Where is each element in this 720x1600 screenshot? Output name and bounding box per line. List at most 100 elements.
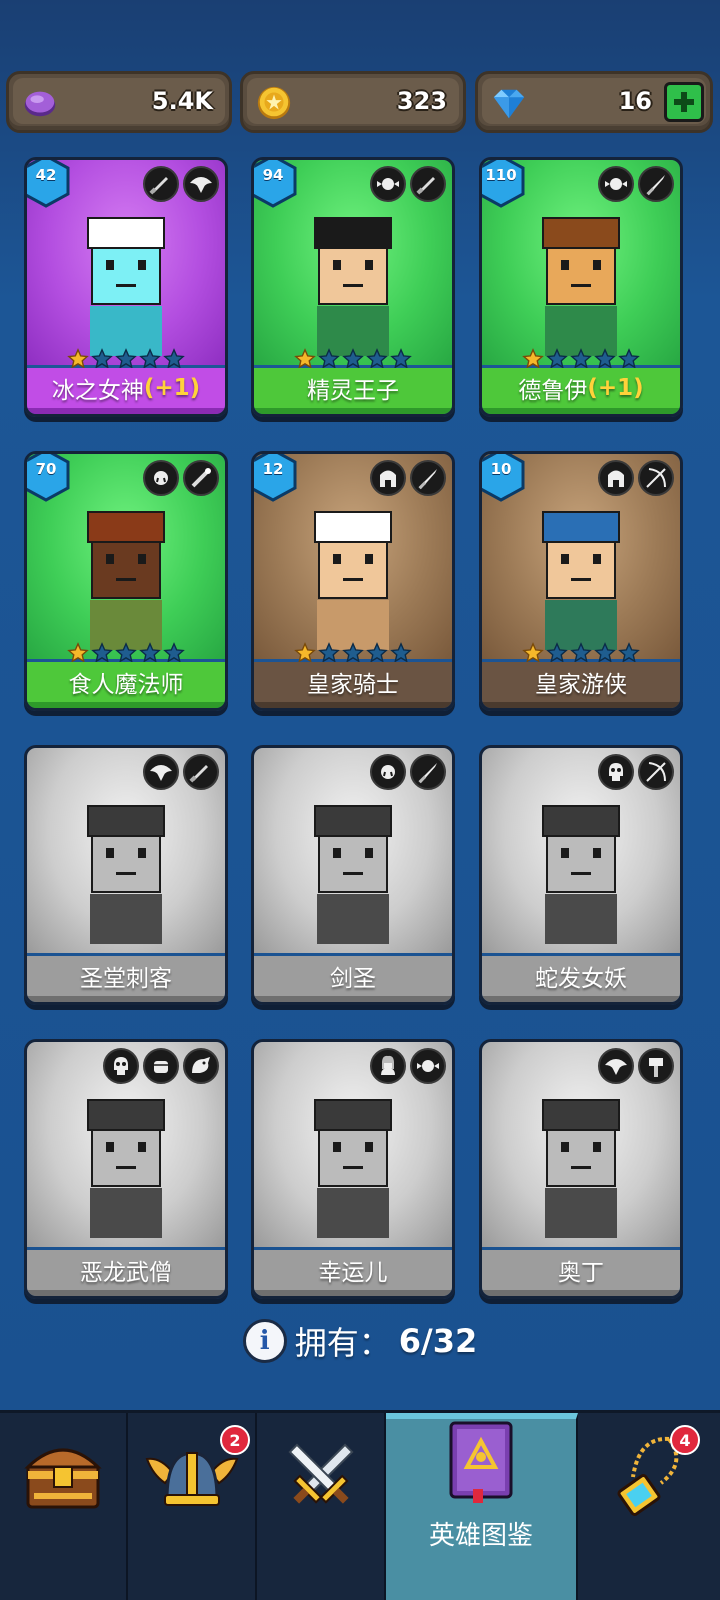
info-icon[interactable]: i (242, 1319, 287, 1363)
star-filled-icon (294, 642, 316, 663)
crossed-swords-icon (287, 1443, 354, 1504)
hero-card[interactable]: 蛇发女妖 (479, 745, 683, 1005)
star-empty-icon (91, 348, 113, 369)
hero-level: 10 (490, 460, 512, 478)
hero-card[interactable]: 幸运儿 (251, 1039, 455, 1299)
winged-crest-icon (183, 166, 219, 202)
plus-icon (674, 92, 694, 112)
bottom-nav: 2 英雄图鉴 4 (0, 1410, 720, 1600)
star-empty-icon (390, 642, 412, 663)
hero-card[interactable]: 奥丁 (479, 1039, 683, 1299)
hero-level: 70 (35, 460, 57, 478)
hero-class-badges (370, 1048, 446, 1084)
level-badge: 70 (27, 454, 71, 502)
hero-card[interactable]: 圣堂刺客 (24, 745, 228, 1005)
purple-gem-icon (24, 91, 56, 117)
nav-tab-heroes[interactable]: 2 (128, 1413, 257, 1600)
currency-purple-gems[interactable]: 5.4K (6, 71, 232, 133)
skull-icon (598, 754, 634, 790)
star-empty-icon (342, 642, 364, 663)
owned-summary: i 拥有： 6/32 (0, 1316, 720, 1366)
star-rating (67, 642, 185, 663)
hero-card[interactable]: 70 食人魔法师 (24, 451, 228, 711)
star-filled-icon (67, 348, 89, 369)
nav-tab-battle[interactable] (257, 1413, 386, 1600)
currency-value: 5.4K (151, 87, 213, 115)
star-empty-icon (139, 348, 161, 369)
helmet-icon (370, 460, 406, 496)
star-rating (294, 348, 412, 369)
elf-icon (598, 166, 634, 202)
hero-class-badges (598, 754, 674, 790)
level-badge: 42 (27, 160, 71, 208)
wand-icon (183, 460, 219, 496)
hero-name-bar: 恶龙武僧 (27, 1250, 225, 1290)
hero-card[interactable]: 恶龙武僧 (24, 1039, 228, 1299)
nav-tab-shop[interactable] (0, 1413, 128, 1600)
hero-class-badges (103, 1048, 219, 1084)
hero-class-badges (370, 166, 446, 202)
hero-card[interactable]: 剑圣 (251, 745, 455, 1005)
hero-name-bar: 皇家骑士 (254, 662, 452, 702)
hero-portrait (314, 217, 392, 356)
star-rating (67, 348, 185, 369)
currency-gold-coins[interactable]: 323 (240, 71, 466, 133)
star-empty-icon (570, 642, 592, 663)
hero-portrait (314, 805, 392, 944)
sword-icon (410, 754, 446, 790)
nav-tab-hero-book[interactable]: 英雄图鉴 (386, 1413, 578, 1600)
sword-icon (410, 460, 446, 496)
gold-coin-icon (257, 86, 291, 120)
hero-card[interactable]: 110 德鲁伊 (+1) (479, 157, 683, 417)
hero-level: 94 (262, 166, 284, 184)
hero-name-bar: 奥丁 (482, 1250, 680, 1290)
hero-name: 幸运儿 (318, 1260, 388, 1286)
hero-class-badges (598, 460, 674, 496)
owned-label: 拥有： (294, 1324, 391, 1362)
hero-portrait (542, 511, 620, 650)
add-diamonds-button[interactable] (664, 82, 704, 122)
hero-name: 食人魔法师 (68, 672, 184, 698)
hero-name-bar: 剑圣 (254, 956, 452, 996)
star-filled-icon (67, 642, 89, 663)
hero-name: 蛇发女妖 (535, 966, 627, 992)
hero-bonus: (+1) (587, 375, 644, 401)
star-empty-icon (366, 348, 388, 369)
hero-name: 精灵王子 (307, 378, 399, 404)
hero-name-bar: 精灵王子 (254, 368, 452, 408)
hero-portrait (314, 1099, 392, 1238)
elf-icon (410, 1048, 446, 1084)
star-empty-icon (546, 642, 568, 663)
owned-count: 6/32 (398, 1322, 478, 1360)
hero-class-badges (370, 460, 446, 496)
hero-name: 圣堂刺客 (80, 966, 172, 992)
hero-card[interactable]: 42 冰之女神 (+1) (24, 157, 228, 417)
hero-class-badges (598, 166, 674, 202)
hero-card[interactable]: 94 精灵王子 (251, 157, 455, 417)
hero-name: 剑圣 (330, 966, 376, 992)
skull-icon (103, 1048, 139, 1084)
star-empty-icon (342, 348, 364, 369)
level-badge: 12 (254, 454, 298, 502)
hero-portrait (87, 217, 165, 356)
hero-name: 恶龙武僧 (80, 1260, 172, 1286)
hero-card[interactable]: 10 皇家游侠 (479, 451, 683, 711)
level-badge: 110 (482, 160, 526, 208)
bow-icon (638, 754, 674, 790)
hammer-icon (638, 1048, 674, 1084)
star-filled-icon (522, 642, 544, 663)
hero-card[interactable]: 12 皇家骑士 (251, 451, 455, 711)
currency-diamonds[interactable]: 16 (475, 71, 713, 133)
star-empty-icon (163, 642, 185, 663)
hero-portrait (87, 805, 165, 944)
star-empty-icon (163, 348, 185, 369)
bow-icon (638, 460, 674, 496)
hero-name-bar: 食人魔法师 (27, 662, 225, 702)
star-rating (522, 348, 640, 369)
hero-name-bar: 幸运儿 (254, 1250, 452, 1290)
star-filled-icon (294, 348, 316, 369)
star-empty-icon (139, 642, 161, 663)
hero-portrait (542, 805, 620, 944)
level-badge: 94 (254, 160, 298, 208)
nav-tab-equipment[interactable]: 4 (578, 1413, 720, 1600)
